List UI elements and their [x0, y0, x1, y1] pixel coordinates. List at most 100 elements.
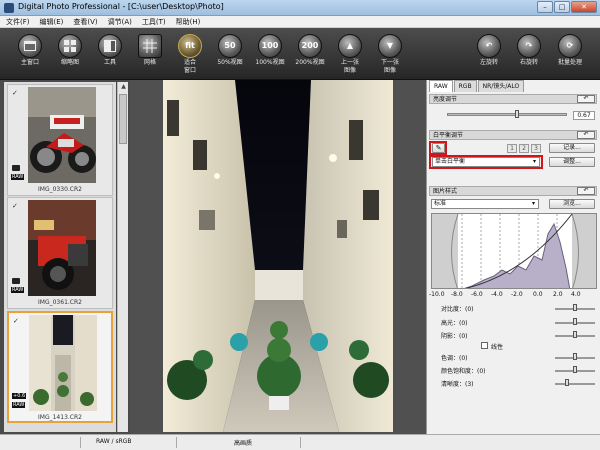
- contrast-slider-thumb[interactable]: [573, 304, 577, 311]
- menu-adjust[interactable]: 调节(A): [108, 16, 132, 27]
- status-divider: [80, 437, 81, 448]
- minimize-button[interactable]: –: [537, 1, 553, 13]
- scroll-up-icon[interactable]: ▲: [118, 82, 129, 92]
- tool-tabs: RAW RGB NR/镜头/ALO: [429, 80, 525, 92]
- batch-process-icon: ⟳: [558, 34, 582, 58]
- raw-badge: RAW: [12, 402, 26, 408]
- thumbnail-filename: IMG_0361.CR2: [38, 299, 82, 306]
- shadow-slider-thumb[interactable]: [573, 331, 577, 338]
- picture-style-browse-button[interactable]: 浏览...: [549, 199, 595, 209]
- menu-file[interactable]: 文件(F): [6, 16, 30, 27]
- chevron-down-icon: ▾: [532, 158, 536, 165]
- reset-picture-style-button[interactable]: ↶: [577, 187, 595, 195]
- main-window-button[interactable]: 主窗口: [10, 34, 50, 66]
- rotate-right-button[interactable]: ↷ 右旋转: [509, 34, 549, 66]
- thumbnail-image: [28, 87, 96, 183]
- next-image-label-2: 图像: [383, 67, 396, 74]
- highlight-slider-thumb[interactable]: [573, 318, 577, 325]
- wb-mode-select[interactable]: 单击白平衡 ▾: [432, 157, 540, 167]
- menu-help[interactable]: 帮助(H): [176, 16, 201, 27]
- wb-adjust-button[interactable]: 调整...: [549, 157, 595, 167]
- tab-rgb[interactable]: RGB: [453, 80, 477, 92]
- view-50-button[interactable]: 50 50%视图: [210, 34, 250, 66]
- saturation-slider-thumb[interactable]: [573, 366, 577, 373]
- menu-edit[interactable]: 编辑(E): [40, 16, 64, 27]
- reset-white-balance-button[interactable]: ↶: [577, 131, 595, 139]
- fit-window-label-1: 适合: [183, 59, 196, 66]
- rotate-right-icon: ↷: [517, 34, 541, 58]
- main-photo[interactable]: [163, 80, 393, 432]
- prev-image-button[interactable]: ▲ 上一张 图像: [330, 34, 370, 74]
- sharpness-slider[interactable]: [555, 383, 595, 385]
- grid-button[interactable]: 网格: [130, 34, 170, 66]
- thumbnail-item[interactable]: ✓ RAW IMG_0330.CR2: [7, 84, 113, 196]
- chevron-down-icon: ▾: [531, 200, 535, 207]
- view-100-icon: 100: [258, 34, 282, 58]
- tool-icon: [98, 34, 122, 58]
- highlight-label: 高光：(0): [441, 320, 468, 327]
- thumbnail-item[interactable]: ✓ RAW IMG_0361.CR2: [7, 197, 113, 309]
- sharpness-label: 清晰度：(3): [441, 381, 474, 388]
- white-balance-title: 白平衡调节: [433, 132, 464, 139]
- color-tone-slider-thumb[interactable]: [573, 353, 577, 360]
- thumbnail-item-selected[interactable]: ✓ +0.6 RAW IMG_1413.CR2: [7, 311, 113, 423]
- check-mark-icon: ✓: [12, 202, 18, 210]
- toolbar: 主窗口 缩略图 工具 网格 fit 适合 窗口 50 50%视图 100 100…: [0, 28, 600, 80]
- menu-view[interactable]: 查看(V): [73, 16, 97, 27]
- thumbnail-view-label: 缩略图: [60, 59, 79, 66]
- wb-preset-1-button[interactable]: 1: [507, 144, 517, 153]
- eyedropper-icon[interactable]: ✎: [432, 143, 445, 153]
- status-quality: 高画质: [234, 440, 253, 447]
- image-viewer: [130, 80, 426, 434]
- thumbnail-image: [29, 315, 97, 411]
- view-50-icon: 50: [218, 34, 242, 58]
- raw-badge: RAW: [11, 174, 25, 180]
- fit-window-icon: fit: [178, 34, 202, 58]
- linear-checkbox[interactable]: [481, 342, 488, 349]
- view-200-button[interactable]: 200 200%视图: [290, 34, 330, 66]
- brightness-slider-thumb[interactable]: [515, 110, 519, 118]
- status-divider: [176, 437, 177, 448]
- wb-preset-2-button[interactable]: 2: [519, 144, 529, 153]
- tone-curve-histogram[interactable]: [431, 213, 597, 289]
- thumbnail-filename: IMG_0330.CR2: [38, 186, 82, 193]
- color-tone-label: 色调：(0): [441, 355, 468, 362]
- sharpness-slider-thumb[interactable]: [565, 379, 569, 386]
- check-mark-icon: ✓: [13, 317, 19, 325]
- axis-tick: -6.0: [471, 291, 483, 298]
- brightness-slider[interactable]: [447, 113, 567, 116]
- thumbnail-view-button[interactable]: 缩略图: [50, 34, 90, 66]
- close-button[interactable]: ✕: [571, 1, 597, 13]
- tool-button[interactable]: 工具: [90, 34, 130, 66]
- prev-image-label-2: 图像: [343, 67, 356, 74]
- wb-preset-3-button[interactable]: 3: [531, 144, 541, 153]
- batch-process-button[interactable]: ⟳ 批量处理: [550, 34, 590, 66]
- axis-tick: -8.0: [451, 291, 463, 298]
- brightness-value[interactable]: 0.67: [573, 111, 595, 120]
- wb-record-button[interactable]: 记录...: [549, 143, 595, 153]
- brightness-title: 亮度调节: [433, 96, 458, 103]
- scrollbar-thumb[interactable]: [119, 94, 127, 144]
- reset-brightness-button[interactable]: ↶: [577, 95, 595, 103]
- rotate-left-button[interactable]: ↶ 左旋转: [469, 34, 509, 66]
- tab-raw[interactable]: RAW: [429, 80, 453, 92]
- raw-badge: RAW: [11, 287, 25, 293]
- thumbnail-list: ✓ RAW IMG_0330.CR2 ✓ RAW IMG_0361.CR2 ✓ …: [4, 82, 116, 432]
- axis-tick: -4.0: [491, 291, 503, 298]
- wb-mode-value: 单击白平衡: [435, 158, 466, 165]
- picture-style-select[interactable]: 标准 ▾: [431, 199, 539, 209]
- fit-window-button[interactable]: fit 适合 窗口: [170, 34, 210, 74]
- maximize-button[interactable]: □: [554, 1, 570, 13]
- menu-tools[interactable]: 工具(T): [142, 16, 166, 27]
- view-100-button[interactable]: 100 100%视图: [250, 34, 290, 66]
- camera-icon: [12, 278, 20, 284]
- chevron-up-icon: ▲: [338, 34, 362, 58]
- menu-bar: 文件(F) 编辑(E) 查看(V) 调节(A) 工具(T) 帮助(H): [0, 16, 600, 28]
- tab-nr-lens-alo[interactable]: NR/镜头/ALO: [477, 80, 525, 92]
- next-image-button[interactable]: ▼ 下一张 图像: [370, 34, 410, 74]
- status-divider: [300, 437, 301, 448]
- thumbnail-scrollbar[interactable]: ▲: [117, 82, 128, 432]
- contrast-label: 对比度：(0): [441, 306, 474, 313]
- picture-style-header: 图片样式 ↶: [429, 186, 597, 196]
- linear-label: 线性: [491, 344, 504, 351]
